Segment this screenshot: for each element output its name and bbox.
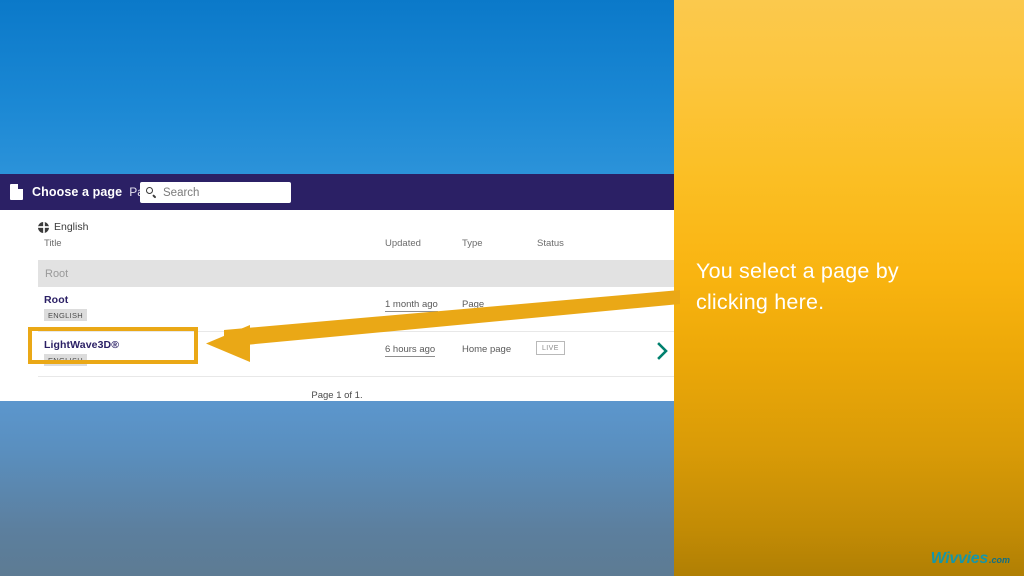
breadcrumb[interactable]: Root — [38, 260, 674, 287]
column-header-title: Title — [44, 238, 62, 249]
annotation-text: You select a page by clicking here. — [696, 256, 996, 318]
dialog-header: Choose a page Page Search — [0, 174, 674, 210]
watermark-tld: .com — [988, 555, 1010, 565]
language-filter[interactable]: English — [0, 210, 674, 236]
globe-icon — [38, 221, 49, 233]
row-title: Root — [44, 294, 69, 306]
watermark: Wivvies .com — [931, 550, 1010, 568]
pagination-label: Page 1 of 1. — [311, 390, 363, 401]
breadcrumb-label: Root — [45, 267, 69, 280]
row-updated: 6 hours ago — [385, 344, 436, 357]
status-badge: LIVE — [536, 341, 565, 355]
document-icon — [10, 184, 23, 200]
column-header-type: Type — [462, 238, 483, 249]
selection-highlight-box — [28, 327, 198, 364]
watermark-name: Wivvies — [930, 550, 989, 567]
column-header-updated: Updated — [385, 238, 421, 249]
table-row[interactable]: Root ENGLISH 1 month ago Page — [38, 287, 674, 332]
annotation-line-1: You select a page by — [696, 259, 899, 283]
search-icon — [146, 187, 157, 198]
row-language-badge: ENGLISH — [44, 309, 88, 321]
row-type: Home page — [462, 344, 512, 355]
search-input[interactable]: Search — [140, 182, 291, 203]
chevron-right-icon[interactable] — [656, 340, 670, 362]
search-placeholder: Search — [163, 186, 200, 199]
slide-canvas: Choose a page Page Search English Title … — [0, 0, 1024, 576]
choose-a-page-dialog: Choose a page Page Search English Title … — [0, 174, 674, 401]
annotation-line-2: clicking here. — [696, 290, 825, 314]
row-updated: 1 month ago — [385, 299, 438, 312]
row-type: Page — [462, 299, 485, 310]
language-label: English — [54, 221, 89, 233]
table-column-headers: Title Updated Type Status — [0, 238, 674, 256]
column-header-status: Status — [537, 238, 564, 249]
page-title: Choose a page — [32, 185, 123, 199]
